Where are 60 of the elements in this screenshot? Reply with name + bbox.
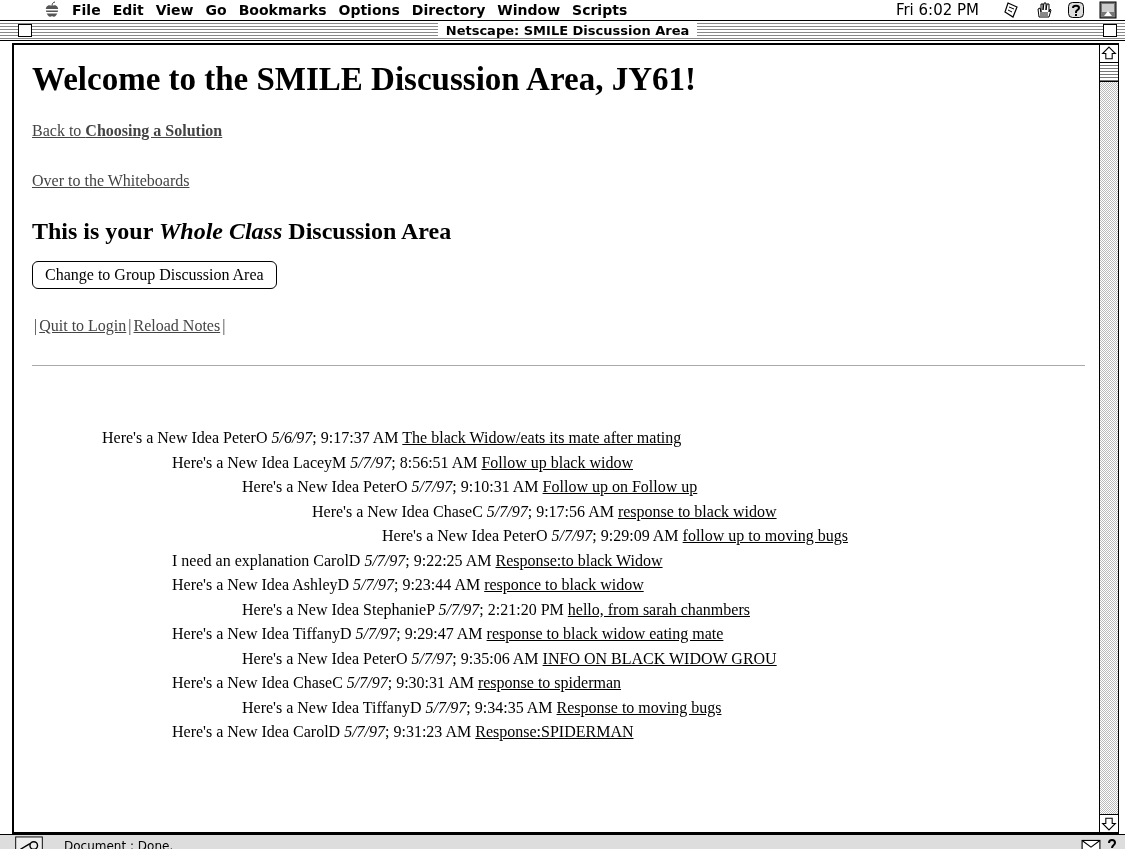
separator-text: | xyxy=(222,317,226,334)
scroll-up-arrow-icon[interactable] xyxy=(1100,45,1118,63)
nav-link[interactable]: Quit to Login xyxy=(39,317,127,334)
note-link[interactable]: Follow up black widow xyxy=(481,453,633,471)
change-area-button[interactable]: Change to Group Discussion Area xyxy=(32,261,277,289)
note-link[interactable]: INFO ON BLACK WIDOW GROU xyxy=(542,649,777,667)
nav-link[interactable]: Reload Notes xyxy=(133,317,221,334)
separator-text: | xyxy=(128,317,132,334)
menu-item[interactable]: Edit xyxy=(112,2,144,18)
menu-item[interactable]: Options xyxy=(338,2,400,18)
monitor-icon[interactable] xyxy=(1099,1,1117,19)
menu-clock: Fri 6:02 PM xyxy=(895,1,979,19)
menu-item[interactable]: Go xyxy=(205,2,227,18)
window-title: Netscape: SMILE Discussion Area xyxy=(437,23,698,38)
scroll-thumb[interactable] xyxy=(1100,63,1118,82)
menu-item[interactable]: Scripts xyxy=(572,2,628,18)
menu-item[interactable]: File xyxy=(72,2,101,18)
menu-item[interactable]: Window xyxy=(497,2,561,18)
separator-text: | xyxy=(34,317,38,334)
note-link[interactable]: hello, from sarah chanmbers xyxy=(567,600,750,618)
scrollbar[interactable] xyxy=(1099,45,1118,832)
menu-item[interactable]: Directory xyxy=(411,2,486,18)
note-info: Here's a New Idea AshleyD 5/7/97; 9:23:44 AM xyxy=(172,576,481,593)
note-info: Here's a New Idea ChaseC 5/7/97; 9:17:56 AM xyxy=(312,502,614,520)
mail-icon[interactable] xyxy=(1081,838,1101,849)
page-link[interactable]: Back to Choosing a Solution xyxy=(32,122,223,139)
help-icon[interactable] xyxy=(1107,838,1117,849)
menu-item[interactable]: Bookmarks xyxy=(238,2,327,18)
note-link[interactable]: responce to black widow xyxy=(484,576,644,593)
note-link[interactable]: Follow up on Follow up xyxy=(542,478,698,495)
note-info: Here's a New Idea PeterO 5/7/97; 9:29:09 AM xyxy=(382,527,679,544)
note-info: Here's a New Idea PeterO 5/7/97; 9:35:06 AM xyxy=(242,649,539,667)
note-info: Here's a New Idea StephanieP 5/7/97; 2:21:20 PM xyxy=(242,600,564,618)
note-info: Here's a New Idea CarolD 5/7/97; 9:31:23 AM xyxy=(172,723,472,740)
note-link[interactable]: Response:to black Widow xyxy=(495,551,663,569)
note-info: I need an explanation CarolD 5/7/97; 9:22:25 AM xyxy=(172,551,492,569)
help-icon[interactable] xyxy=(1067,1,1085,19)
note-link[interactable]: response to spiderman xyxy=(477,674,621,691)
note-link[interactable]: Response to moving bugs xyxy=(556,698,722,716)
scroll-down-arrow-icon[interactable] xyxy=(1100,814,1118,832)
apple-icon[interactable] xyxy=(44,1,60,19)
note-info: Here's a New Idea LaceyM 5/7/97; 8:56:51 AM xyxy=(172,453,478,471)
zoom-box[interactable] xyxy=(1103,24,1117,37)
hand-icon[interactable] xyxy=(1035,1,1053,19)
note-info: Here's a New Idea TiffanyD 5/7/97; 9:34:35 AM xyxy=(242,698,553,716)
note-link[interactable]: Response:SPIDERMAN xyxy=(475,723,634,740)
note-info: Here's a New Idea PeterO 5/6/97; 9:17:37 AM xyxy=(102,429,399,446)
menu-item[interactable]: View xyxy=(155,2,194,18)
section-heading: This is your Whole Class Discussion Area xyxy=(32,218,453,245)
status-text: Document : Done. xyxy=(64,838,174,849)
note-link[interactable]: response to black widow xyxy=(617,502,777,520)
note-info: Here's a New Idea ChaseC 5/7/97; 9:30:31 AM xyxy=(172,674,474,691)
note-info: Here's a New Idea PeterO 5/7/97; 9:10:31 AM xyxy=(242,478,539,495)
note-link[interactable]: The black Widow/eats its mate after mating xyxy=(402,429,682,446)
note-link[interactable]: follow up to moving bugs xyxy=(682,527,848,544)
page-heading: Welcome to the SMILE Discussion Area, JY61! xyxy=(32,61,697,98)
note-info: Here's a New Idea TiffanyD 5/7/97; 9:29:47 AM xyxy=(172,625,483,642)
note-link[interactable]: response to black widow eating mate xyxy=(486,625,724,642)
close-box[interactable] xyxy=(18,24,32,37)
page-link[interactable]: Over to the Whiteboards xyxy=(32,172,190,189)
